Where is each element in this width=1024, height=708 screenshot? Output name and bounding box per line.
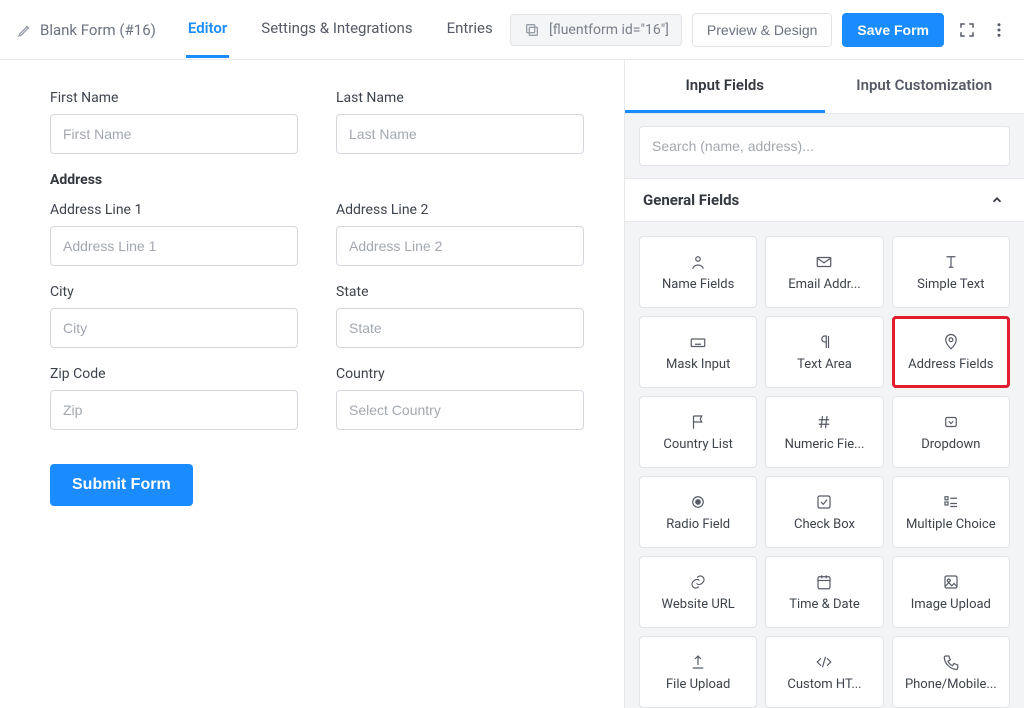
field-card-calendar[interactable]: Time & Date [765, 556, 883, 628]
main-tabs: Editor Settings & Integrations Entries [186, 1, 495, 58]
field-card-label: File Upload [666, 677, 730, 692]
panel-tab-input-fields[interactable]: Input Fields [625, 60, 825, 113]
field-card-label: Country List [663, 437, 733, 452]
field-card-link[interactable]: Website URL [639, 556, 757, 628]
field-card-label: Simple Text [917, 277, 984, 292]
upload-icon [689, 653, 707, 671]
keyboard-icon [689, 333, 707, 351]
para-icon [815, 333, 833, 351]
tab-editor[interactable]: Editor [186, 1, 229, 58]
field-card-label: Image Upload [911, 597, 991, 612]
last-name-input[interactable] [336, 114, 584, 154]
field-card-label: Name Fields [662, 277, 734, 292]
state-label: State [336, 284, 584, 300]
link-icon [689, 573, 707, 591]
copy-icon [523, 21, 541, 39]
field-card-keyboard[interactable]: Mask Input [639, 316, 757, 388]
radio-icon [689, 493, 707, 511]
field-card-label: Address Fields [908, 357, 993, 372]
image-icon [942, 573, 960, 591]
field-card-label: Check Box [794, 517, 855, 532]
calendar-icon [815, 573, 833, 591]
addr1-input[interactable] [50, 226, 298, 266]
flag-icon [689, 413, 707, 431]
addr2-input[interactable] [336, 226, 584, 266]
field-card-para[interactable]: Text Area [765, 316, 883, 388]
shortcode-display[interactable]: [fluentform id="16"] [510, 14, 682, 46]
shortcode-text: [fluentform id="16"] [549, 22, 669, 38]
addr2-label: Address Line 2 [336, 202, 584, 218]
mail-icon [815, 253, 833, 271]
field-card-phone[interactable]: Phone/Mobile... [892, 636, 1010, 708]
pencil-icon [16, 21, 34, 39]
field-card-user[interactable]: Name Fields [639, 236, 757, 308]
last-name-label: Last Name [336, 90, 584, 106]
form-canvas: First Name Last Name Address Address Lin… [0, 60, 624, 708]
field-card-image[interactable]: Image Upload [892, 556, 1010, 628]
save-button[interactable]: Save Form [842, 13, 944, 47]
field-card-mail[interactable]: Email Addr... [765, 236, 883, 308]
submit-button[interactable]: Submit Form [50, 464, 193, 506]
zip-input[interactable] [50, 390, 298, 430]
field-card-label: Text Area [797, 357, 852, 372]
text-icon [942, 253, 960, 271]
pin-icon [942, 333, 960, 351]
field-card-label: Email Addr... [788, 277, 860, 292]
group-general-fields[interactable]: General Fields [625, 178, 1024, 222]
field-card-label: Mask Input [666, 357, 730, 372]
code-icon [815, 653, 833, 671]
addr1-label: Address Line 1 [50, 202, 298, 218]
drop-icon [942, 413, 960, 431]
more-icon[interactable] [990, 21, 1008, 39]
address-heading: Address [50, 172, 584, 188]
top-bar: Blank Form (#16) Editor Settings & Integ… [0, 0, 1024, 60]
fields-search-input[interactable] [639, 126, 1010, 166]
field-card-code[interactable]: Custom HT... [765, 636, 883, 708]
group-label: General Fields [643, 191, 739, 209]
city-label: City [50, 284, 298, 300]
country-select[interactable] [336, 390, 584, 430]
field-card-label: Time & Date [789, 597, 860, 612]
city-input[interactable] [50, 308, 298, 348]
field-card-label: Dropdown [921, 437, 980, 452]
field-card-text[interactable]: Simple Text [892, 236, 1010, 308]
user-icon [689, 253, 707, 271]
workspace: First Name Last Name Address Address Lin… [0, 60, 1024, 708]
preview-button[interactable]: Preview & Design [692, 13, 833, 47]
field-grid: Name Fields Email Addr... Simple Text Mask … [625, 222, 1024, 708]
chevron-up-icon [988, 191, 1006, 209]
field-card-pin[interactable]: Address Fields [892, 316, 1010, 388]
field-card-check[interactable]: Check Box [765, 476, 883, 548]
field-card-label: Numeric Fie... [785, 437, 865, 452]
panel-tabs: Input Fields Input Customization [625, 60, 1024, 114]
field-card-flag[interactable]: Country List [639, 396, 757, 468]
zip-label: Zip Code [50, 366, 298, 382]
first-name-label: First Name [50, 90, 298, 106]
field-card-label: Custom HT... [787, 677, 861, 692]
panel-tab-input-customization[interactable]: Input Customization [825, 60, 1024, 113]
field-card-drop[interactable]: Dropdown [892, 396, 1010, 468]
tab-settings[interactable]: Settings & Integrations [259, 1, 414, 58]
form-title[interactable]: Blank Form (#16) [16, 21, 156, 39]
field-card-label: Phone/Mobile... [905, 677, 997, 692]
right-panel: Input Fields Input Customization General… [624, 60, 1024, 708]
field-card-radio[interactable]: Radio Field [639, 476, 757, 548]
fullscreen-icon[interactable] [958, 21, 976, 39]
country-label: Country [336, 366, 584, 382]
field-card-label: Website URL [662, 597, 735, 612]
field-card-upload[interactable]: File Upload [639, 636, 757, 708]
field-card-label: Multiple Choice [906, 517, 996, 532]
first-name-input[interactable] [50, 114, 298, 154]
phone-icon [942, 653, 960, 671]
form-title-text: Blank Form (#16) [40, 21, 156, 39]
field-card-list[interactable]: Multiple Choice [892, 476, 1010, 548]
field-card-hash[interactable]: Numeric Fie... [765, 396, 883, 468]
check-icon [815, 493, 833, 511]
field-card-label: Radio Field [666, 517, 730, 532]
hash-icon [815, 413, 833, 431]
list-icon [942, 493, 960, 511]
tab-entries[interactable]: Entries [445, 1, 495, 58]
state-input[interactable] [336, 308, 584, 348]
